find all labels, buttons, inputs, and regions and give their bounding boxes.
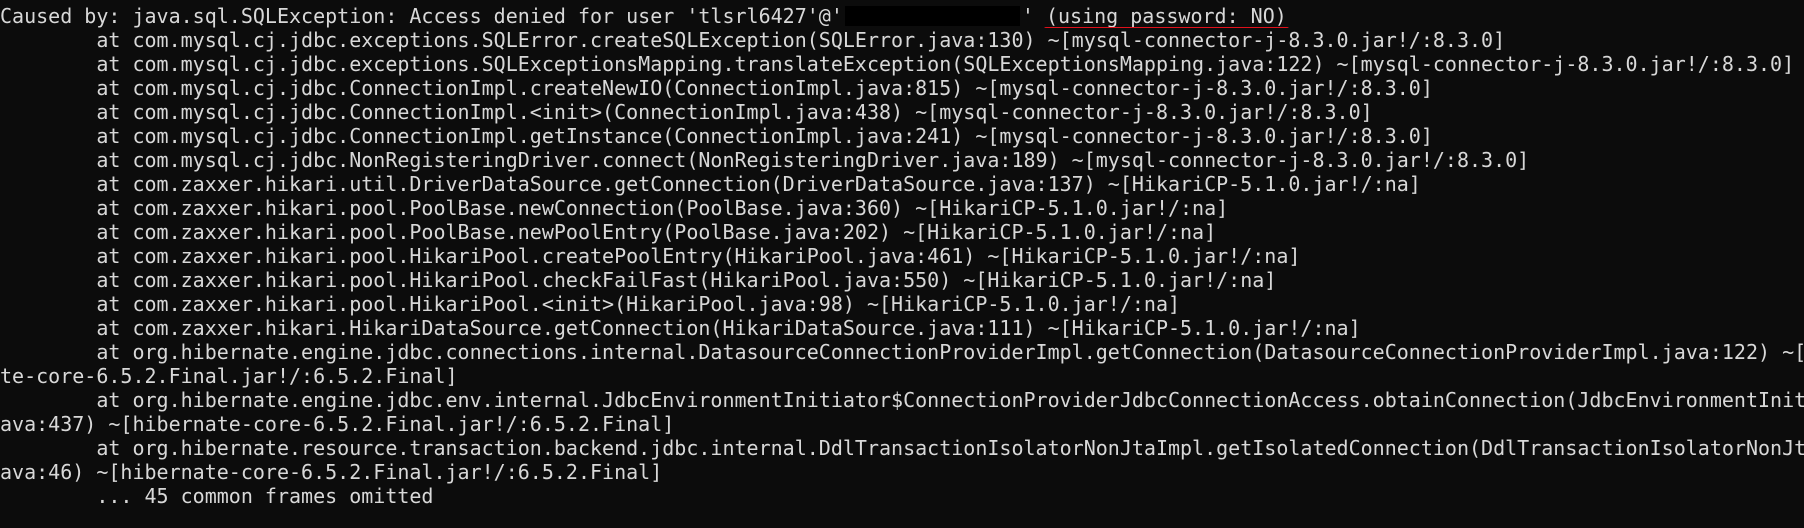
redacted-host — [844, 6, 1020, 26]
stack-trace-line: ava:437) ~[hibernate-core-6.5.2.Final.ja… — [0, 412, 675, 436]
stack-trace-line: at com.zaxxer.hikari.pool.PoolBase.newPo… — [0, 220, 1217, 244]
stack-trace-line: at com.zaxxer.hikari.pool.HikariPool.cre… — [0, 244, 1301, 268]
stack-trace-line: at com.mysql.cj.jdbc.exceptions.SQLExcep… — [0, 52, 1795, 76]
highlighted-password-message: (using password: NO) — [1043, 4, 1289, 28]
stack-trace-line: at com.mysql.cj.jdbc.ConnectionImpl.<ini… — [0, 100, 1373, 124]
stack-trace-line: at com.zaxxer.hikari.HikariDataSource.ge… — [0, 316, 1361, 340]
exception-quote-text: ' — [1021, 4, 1046, 28]
red-underline-annotation — [1043, 27, 1289, 28]
password-message-text: (using password: NO) — [1045, 4, 1287, 28]
stack-trace-line: ava:46) ~[hibernate-core-6.5.2.Final.jar… — [0, 460, 663, 484]
stack-trace-line: at com.zaxxer.hikari.util.DriverDataSour… — [0, 172, 1421, 196]
stack-trace-line: at com.mysql.cj.jdbc.ConnectionImpl.crea… — [0, 76, 1433, 100]
stack-trace-line: at org.hibernate.engine.jdbc.env.interna… — [0, 388, 1804, 412]
stack-trace-line: at org.hibernate.engine.jdbc.connections… — [0, 340, 1804, 364]
stack-trace-line: at org.hibernate.resource.transaction.ba… — [0, 436, 1804, 460]
stack-trace-line: at com.mysql.cj.jdbc.exceptions.SQLError… — [0, 28, 1506, 52]
stack-trace-line: at com.zaxxer.hikari.pool.HikariPool.<in… — [0, 292, 1181, 316]
stack-trace-line: at com.mysql.cj.jdbc.ConnectionImpl.getI… — [0, 124, 1433, 148]
exception-cause-text: Caused by: java.sql.SQLException: Access… — [0, 4, 843, 28]
stack-trace-line: at com.mysql.cj.jdbc.NonRegisteringDrive… — [0, 148, 1530, 172]
terminal-output: Caused by: java.sql.SQLException: Access… — [0, 0, 1804, 528]
stack-trace-line: ... 45 common frames omitted — [0, 484, 434, 508]
exception-cause-line: Caused by: java.sql.SQLException: Access… — [0, 4, 1804, 28]
stack-trace-line: at com.zaxxer.hikari.pool.HikariPool.che… — [0, 268, 1277, 292]
stack-trace: at com.mysql.cj.jdbc.exceptions.SQLError… — [0, 28, 1804, 508]
stack-trace-line: te-core-6.5.2.Final.jar!/:6.5.2.Final] — [0, 364, 458, 388]
stack-trace-line: at com.zaxxer.hikari.pool.PoolBase.newCo… — [0, 196, 1229, 220]
